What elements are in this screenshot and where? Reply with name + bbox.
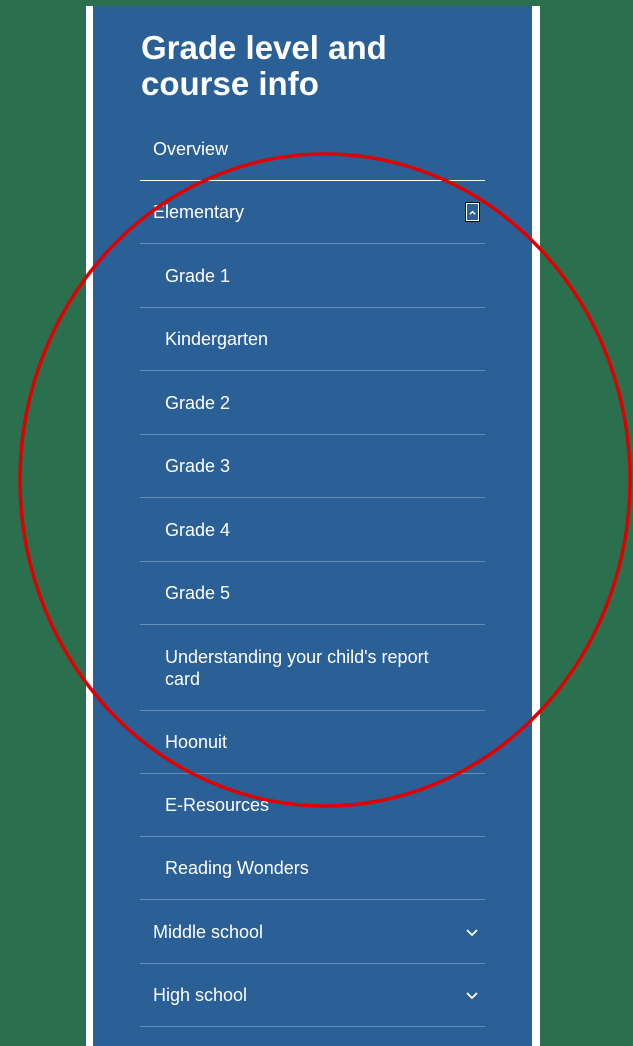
chevron-down-icon[interactable]: [465, 988, 479, 1002]
nav-subitem-label: Reading Wonders: [165, 858, 309, 878]
nav-item-elementary[interactable]: Elementary: [140, 181, 485, 244]
nav-subitem-label: Kindergarten: [165, 329, 269, 349]
nav-item-middle-school[interactable]: Middle school: [140, 900, 485, 964]
nav-item-label: Overview: [153, 138, 229, 159]
page-title: Grade level and course info: [141, 29, 387, 102]
nav-subitem-grade-5[interactable]: Grade 5: [140, 562, 485, 625]
nav-subitem-label: Hoonuit: [165, 732, 228, 752]
nav-subitem-grade-2[interactable]: Grade 2: [140, 371, 485, 435]
nav-subitem-grade-1[interactable]: Grade 1: [140, 244, 485, 308]
nav-item-overview[interactable]: Overview: [140, 117, 485, 181]
nav-subitem-label: Grade 4: [165, 519, 231, 540]
nav-subitem-label: E-Resources: [165, 795, 270, 815]
nav-subitem-e-resources[interactable]: E-Resources: [140, 774, 485, 837]
chevron-down-icon[interactable]: [465, 925, 479, 939]
nav-subitem-label: Understanding your child's report card: [165, 646, 429, 689]
nav-subitem-reading-wonders[interactable]: Reading Wonders: [140, 837, 485, 900]
nav-subitem-label: Grade 2: [165, 392, 231, 413]
nav-subitem-label: Grade 1: [165, 265, 231, 286]
nav-item-label: Middle school: [153, 921, 264, 942]
nav-item-label: High school: [153, 985, 248, 1005]
chevron-up-icon[interactable]: [465, 202, 480, 222]
nav-subitem-grade-4[interactable]: Grade 4: [140, 498, 485, 562]
nav-subitem-label: Grade 5: [165, 583, 231, 603]
nav-subitem-kindergarten[interactable]: Kindergarten: [140, 308, 485, 371]
nav-subitem-report-card[interactable]: Understanding your child's report card: [140, 625, 485, 711]
nav-subitem-grade-3[interactable]: Grade 3: [140, 435, 485, 498]
chevron-up-glyph: [469, 210, 476, 215]
nav-subitem-hoonuit[interactable]: Hoonuit: [140, 711, 485, 774]
nav-item-high-school[interactable]: High school: [140, 964, 485, 1027]
nav-item-label: Elementary: [153, 202, 245, 222]
grade-level-nav: Overview Elementary Grade 1 Kindergarten…: [140, 117, 485, 1027]
nav-subitem-label: Grade 3: [165, 456, 231, 476]
